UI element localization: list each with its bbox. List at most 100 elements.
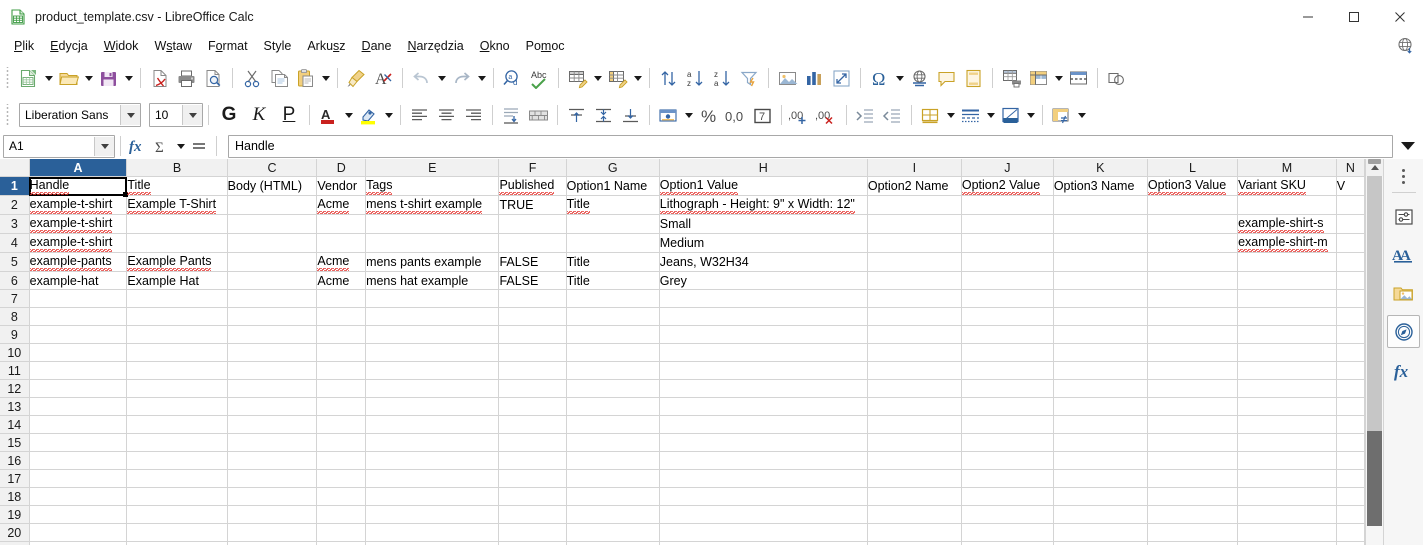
table-row[interactable]: 18 — [0, 488, 1365, 506]
save-button[interactable] — [95, 64, 122, 92]
paste-button[interactable] — [292, 64, 319, 92]
column-header-l[interactable]: L — [1147, 159, 1237, 177]
cell-F16[interactable] — [499, 452, 566, 470]
align-left-button[interactable] — [406, 101, 433, 129]
cell-J1[interactable]: Option2 Value — [961, 177, 1053, 196]
align-top-button[interactable] — [563, 101, 590, 129]
merge-cells-button[interactable] — [525, 101, 552, 129]
cell-C19[interactable] — [227, 506, 317, 524]
sidebar-settings-button[interactable] — [1390, 165, 1418, 187]
row-header-16[interactable]: 16 — [0, 452, 29, 470]
border-style-dropdown[interactable] — [984, 101, 997, 129]
cell-A18[interactable] — [29, 488, 127, 506]
cell-D3[interactable] — [317, 215, 366, 234]
cell-D7[interactable] — [317, 290, 366, 308]
cell-K9[interactable] — [1053, 326, 1147, 344]
cell-N6[interactable] — [1336, 272, 1364, 290]
menu-narzedzia[interactable]: Narzędzia — [399, 36, 471, 56]
cell-H15[interactable] — [659, 434, 867, 452]
show-draw-functions-button[interactable] — [1103, 64, 1130, 92]
cell-B15[interactable] — [127, 434, 227, 452]
cell-E17[interactable] — [366, 470, 499, 488]
cell-J20[interactable] — [961, 524, 1053, 542]
row-header-21[interactable]: 21 — [0, 542, 29, 545]
cell-J19[interactable] — [961, 506, 1053, 524]
cell-K20[interactable] — [1053, 524, 1147, 542]
cell-E5[interactable]: mens pants example — [366, 253, 499, 272]
table-row[interactable]: 3example-t-shirtSmallexample-shirt-s — [0, 215, 1365, 234]
minimize-button[interactable] — [1285, 0, 1331, 33]
cell-N10[interactable] — [1336, 344, 1364, 362]
cell-A6[interactable]: example-hat — [29, 272, 127, 290]
cell-D9[interactable] — [317, 326, 366, 344]
row-header-15[interactable]: 15 — [0, 434, 29, 452]
cell-M15[interactable] — [1238, 434, 1337, 452]
pivot-table-button[interactable] — [828, 64, 855, 92]
find-replace-button[interactable]: a d — [499, 64, 526, 92]
cell-D12[interactable] — [317, 380, 366, 398]
cell-I21[interactable] — [867, 542, 961, 545]
cell-I6[interactable] — [867, 272, 961, 290]
cell-M18[interactable] — [1238, 488, 1337, 506]
increase-indent-button[interactable] — [852, 101, 879, 129]
cell-H7[interactable] — [659, 290, 867, 308]
cell-H2[interactable]: Lithograph - Height: 9" x Width: 12" — [659, 196, 867, 215]
cell-K7[interactable] — [1053, 290, 1147, 308]
row-header-7[interactable]: 7 — [0, 290, 29, 308]
table-row[interactable]: 17 — [0, 470, 1365, 488]
clear-formatting-button[interactable]: A — [370, 64, 397, 92]
cut-button[interactable] — [238, 64, 265, 92]
vertical-scrollbar[interactable] — [1365, 159, 1383, 545]
table-row[interactable]: 9 — [0, 326, 1365, 344]
table-row[interactable]: 5example-pantsExample PantsAcmemens pant… — [0, 253, 1365, 272]
format-as-percent-button[interactable]: % — [695, 101, 722, 129]
cell-C9[interactable] — [227, 326, 317, 344]
cell-E7[interactable] — [366, 290, 499, 308]
cell-B9[interactable] — [127, 326, 227, 344]
chevron-down-icon[interactable] — [120, 105, 140, 125]
cell-G5[interactable]: Title — [566, 253, 659, 272]
cell-L11[interactable] — [1147, 362, 1237, 380]
column-header-m[interactable]: M — [1238, 159, 1337, 177]
format-as-date-button[interactable]: 7 — [749, 101, 776, 129]
cell-H4[interactable]: Medium — [659, 234, 867, 253]
cell-I18[interactable] — [867, 488, 961, 506]
cell-K4[interactable] — [1053, 234, 1147, 253]
menu-style[interactable]: Style — [256, 36, 300, 56]
cell-K12[interactable] — [1053, 380, 1147, 398]
cell-G17[interactable] — [566, 470, 659, 488]
format-as-currency-button[interactable] — [655, 101, 682, 129]
cell-G20[interactable] — [566, 524, 659, 542]
row-header-5[interactable]: 5 — [0, 253, 29, 272]
font-name-combo[interactable]: Liberation Sans — [19, 103, 141, 127]
cell-D19[interactable] — [317, 506, 366, 524]
cell-C16[interactable] — [227, 452, 317, 470]
cell-E19[interactable] — [366, 506, 499, 524]
decrease-indent-button[interactable] — [879, 101, 906, 129]
cell-C11[interactable] — [227, 362, 317, 380]
cell-C15[interactable] — [227, 434, 317, 452]
table-row[interactable]: 11 — [0, 362, 1365, 380]
cell-J11[interactable] — [961, 362, 1053, 380]
cell-K17[interactable] — [1053, 470, 1147, 488]
cell-A11[interactable] — [29, 362, 127, 380]
cell-I14[interactable] — [867, 416, 961, 434]
cell-N13[interactable] — [1336, 398, 1364, 416]
cell-D5[interactable]: Acme — [317, 253, 366, 272]
row-header-3[interactable]: 3 — [0, 215, 29, 234]
cell-C12[interactable] — [227, 380, 317, 398]
cell-E11[interactable] — [366, 362, 499, 380]
underline-button[interactable]: P — [274, 101, 304, 129]
insert-comment-button[interactable] — [933, 64, 960, 92]
menu-arkusz[interactable]: Arkusz — [299, 36, 353, 56]
menu-dane[interactable]: Dane — [354, 36, 400, 56]
cell-N18[interactable] — [1336, 488, 1364, 506]
cell-M19[interactable] — [1238, 506, 1337, 524]
save-dropdown[interactable] — [122, 64, 135, 92]
maximize-button[interactable] — [1331, 0, 1377, 33]
cell-N21[interactable] — [1336, 542, 1364, 545]
align-center-vertically-button[interactable] — [590, 101, 617, 129]
undo-dropdown[interactable] — [435, 64, 448, 92]
cell-D18[interactable] — [317, 488, 366, 506]
cell-K15[interactable] — [1053, 434, 1147, 452]
